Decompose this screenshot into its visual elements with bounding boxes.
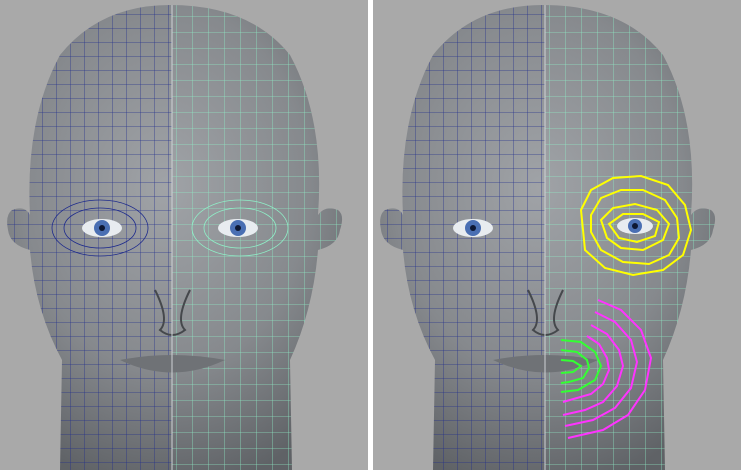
viewport-left[interactable] xyxy=(0,0,368,470)
viewport-right[interactable] xyxy=(373,0,741,470)
head-mesh-right xyxy=(373,0,741,470)
head-mesh-left xyxy=(0,0,368,470)
comparison-canvas xyxy=(0,0,741,470)
